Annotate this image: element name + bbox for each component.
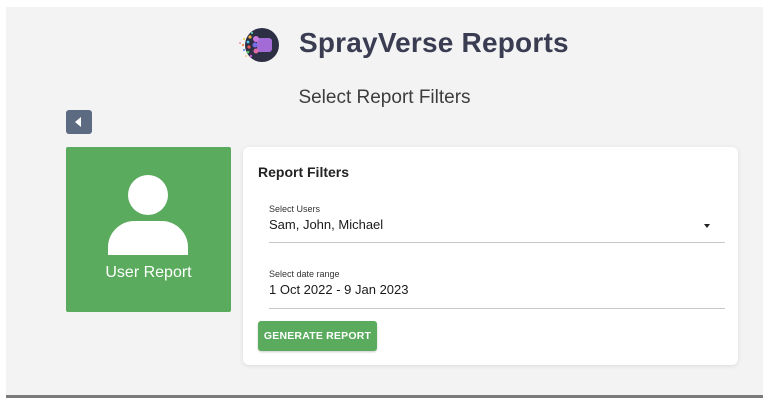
user-icon bbox=[108, 175, 188, 255]
filters-title: Report Filters bbox=[258, 164, 350, 180]
date-range-field[interactable]: Select date range 1 Oct 2022 - 9 Jan 202… bbox=[269, 269, 725, 309]
user-report-card[interactable]: User Report bbox=[66, 147, 231, 312]
app-title: SprayVerse Reports bbox=[299, 27, 569, 58]
select-users-label: Select Users bbox=[269, 204, 321, 214]
date-range-value: 1 Oct 2022 - 9 Jan 2023 bbox=[269, 282, 409, 297]
caret-down-icon bbox=[704, 224, 710, 228]
report-filters-panel: Report Filters Select Users Sam, John, M… bbox=[243, 147, 738, 365]
app-header: SprayVerse Reports bbox=[6, 25, 763, 65]
app-canvas: SprayVerse Reports Select Report Filters… bbox=[6, 7, 763, 398]
page-title: Select Report Filters bbox=[298, 87, 471, 108]
back-button[interactable] bbox=[66, 110, 92, 134]
sprayverse-logo-icon bbox=[239, 28, 279, 62]
chevron-left-icon bbox=[75, 117, 81, 127]
generate-report-button[interactable]: GENERATE REPORT bbox=[258, 321, 377, 351]
select-users-value: Sam, John, Michael bbox=[269, 217, 384, 232]
date-range-label: Select date range bbox=[269, 269, 340, 279]
user-report-label: User Report bbox=[105, 264, 192, 281]
page: SprayVerse Reports Select Report Filters… bbox=[0, 0, 763, 403]
select-users-dropdown[interactable]: Select Users Sam, John, Michael bbox=[269, 204, 725, 243]
